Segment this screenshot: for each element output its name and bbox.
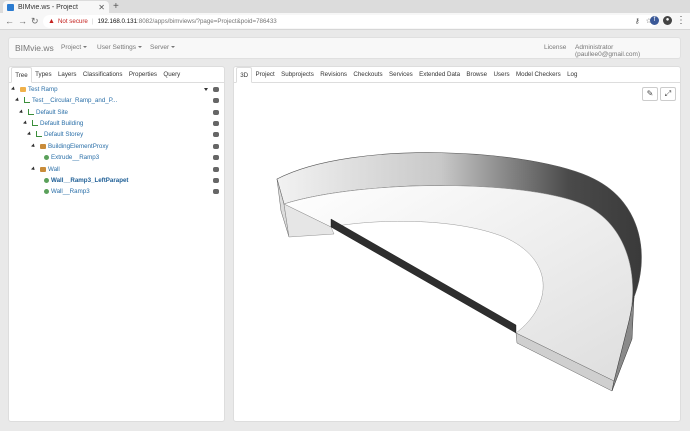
favicon-icon	[7, 3, 14, 11]
server-menu[interactable]: Server	[150, 44, 176, 51]
address-bar: ← → ↻ ▲ Not secure | 192.168.0.131 :8082…	[0, 13, 690, 30]
object-icon	[44, 154, 49, 160]
tree-node[interactable]: Default Building	[23, 118, 222, 129]
folder-icon	[20, 86, 26, 92]
chevron-down-icon	[83, 46, 88, 49]
not-secure-label: Not secure	[57, 18, 88, 25]
structure-icon	[28, 109, 34, 116]
tree-node[interactable]: Wall__Ramp3	[44, 186, 222, 197]
app-navbar: BIMvie.ws Project User Settings Server L…	[8, 37, 681, 59]
tree-panel: Tree Types Layers Classifications Proper…	[8, 66, 225, 422]
browser-tab[interactable]: BIMvie.ws - Project ✕	[3, 1, 109, 13]
eye-icon[interactable]	[213, 167, 219, 172]
chevron-down-icon	[171, 46, 176, 49]
tree-node[interactable]: Wall	[31, 164, 222, 175]
warning-icon: ▲	[48, 18, 55, 25]
object-icon	[44, 188, 49, 194]
tab-layers[interactable]: Layers	[55, 67, 80, 83]
3d-canvas[interactable]	[234, 89, 680, 419]
profile-icon[interactable]: ●	[663, 16, 672, 25]
forward-icon[interactable]: →	[18, 16, 27, 27]
url-path: :8082/apps/bimviews/?page=Project&poid=7…	[137, 18, 277, 25]
license-link[interactable]: License	[544, 44, 566, 51]
toggle-icon[interactable]	[15, 97, 20, 103]
eye-icon[interactable]	[213, 87, 219, 92]
structure-icon	[32, 120, 38, 127]
extension-icon[interactable]: f	[650, 16, 659, 25]
toggle-icon[interactable]	[27, 131, 32, 137]
structure-icon	[36, 131, 42, 138]
toggle-icon[interactable]	[19, 109, 24, 115]
tab-classifications[interactable]: Classifications	[80, 67, 126, 83]
tree-node[interactable]: Default Site	[19, 107, 222, 118]
tree-node[interactable]: Default Storey	[27, 129, 222, 140]
eye-icon[interactable]	[213, 144, 219, 149]
url-host: 192.168.0.131	[97, 18, 138, 25]
tab-tree[interactable]: Tree	[11, 67, 32, 83]
toggle-icon[interactable]	[31, 143, 36, 149]
box-icon	[40, 166, 46, 172]
tab-revisions[interactable]: Revisions	[317, 67, 350, 83]
tab-project[interactable]: Project	[252, 67, 278, 83]
structure-icon	[24, 97, 30, 104]
tab-browse[interactable]: Browse	[463, 67, 490, 83]
tab-checkouts[interactable]: Checkouts	[350, 67, 386, 83]
browser-tab-title: BIMvie.ws - Project	[18, 3, 78, 11]
back-icon[interactable]: ←	[5, 16, 14, 27]
tab-model-checkers[interactable]: Model Checkers	[513, 67, 564, 83]
new-tab-icon[interactable]: +	[113, 1, 119, 12]
toggle-icon[interactable]	[11, 86, 16, 92]
viewer-panel: 3D Project Subprojects Revisions Checkou…	[233, 66, 681, 422]
eye-icon[interactable]	[213, 189, 219, 194]
eye-icon[interactable]	[213, 155, 219, 160]
right-tabs: 3D Project Subprojects Revisions Checkou…	[234, 67, 680, 83]
brand-logo[interactable]: BIMvie.ws	[15, 43, 54, 53]
tree-node[interactable]: Test__Circular_Ramp_and_P...	[15, 95, 222, 106]
toggle-icon[interactable]	[31, 166, 36, 172]
box-icon	[40, 143, 46, 149]
user-menu[interactable]: Administrator (paullee0@gmail.com)	[575, 44, 680, 58]
eye-icon[interactable]	[213, 121, 219, 126]
tree-node[interactable]: Test Ramp	[11, 84, 222, 95]
eye-icon[interactable]	[213, 110, 219, 115]
tab-subprojects[interactable]: Subprojects	[278, 67, 317, 83]
object-icon	[44, 177, 49, 183]
tab-log[interactable]: Log	[564, 67, 581, 83]
tree-node[interactable]: BuildingElementProxy	[31, 141, 222, 152]
tab-3d[interactable]: 3D	[236, 67, 253, 83]
close-tab-icon[interactable]: ✕	[98, 3, 105, 12]
key-icon[interactable]: ⚷	[635, 17, 640, 25]
user-settings-menu[interactable]: User Settings	[97, 44, 143, 51]
eye-icon[interactable]	[213, 132, 219, 137]
tab-query[interactable]: Query	[160, 67, 183, 83]
eye-icon[interactable]	[213, 178, 219, 183]
reload-icon[interactable]: ↻	[31, 16, 39, 27]
ramp-floor[interactable]	[283, 185, 633, 382]
project-menu[interactable]: Project	[61, 44, 88, 51]
tab-services[interactable]: Services	[386, 67, 416, 83]
tree-node-selected[interactable]: Wall__Ramp3_LeftParapet	[44, 175, 222, 186]
tab-users[interactable]: Users	[490, 67, 513, 83]
tab-properties[interactable]: Properties	[126, 67, 161, 83]
eye-icon[interactable]	[213, 98, 219, 103]
chevron-down-icon	[138, 46, 143, 49]
browser-tabstrip: BIMvie.ws - Project ✕ +	[0, 0, 690, 13]
left-tabs: Tree Types Layers Classifications Proper…	[9, 67, 224, 83]
left-parapet[interactable]	[330, 218, 517, 334]
tab-extended-data[interactable]: Extended Data	[416, 67, 463, 83]
url-input[interactable]: ▲ Not secure | 192.168.0.131 :8082/apps/…	[43, 15, 657, 28]
tree-node[interactable]: Extrude__Ramp3	[44, 152, 222, 163]
menu-icon[interactable]: ⋮	[676, 16, 686, 26]
toggle-icon[interactable]	[23, 120, 28, 126]
tab-types[interactable]: Types	[32, 67, 55, 83]
